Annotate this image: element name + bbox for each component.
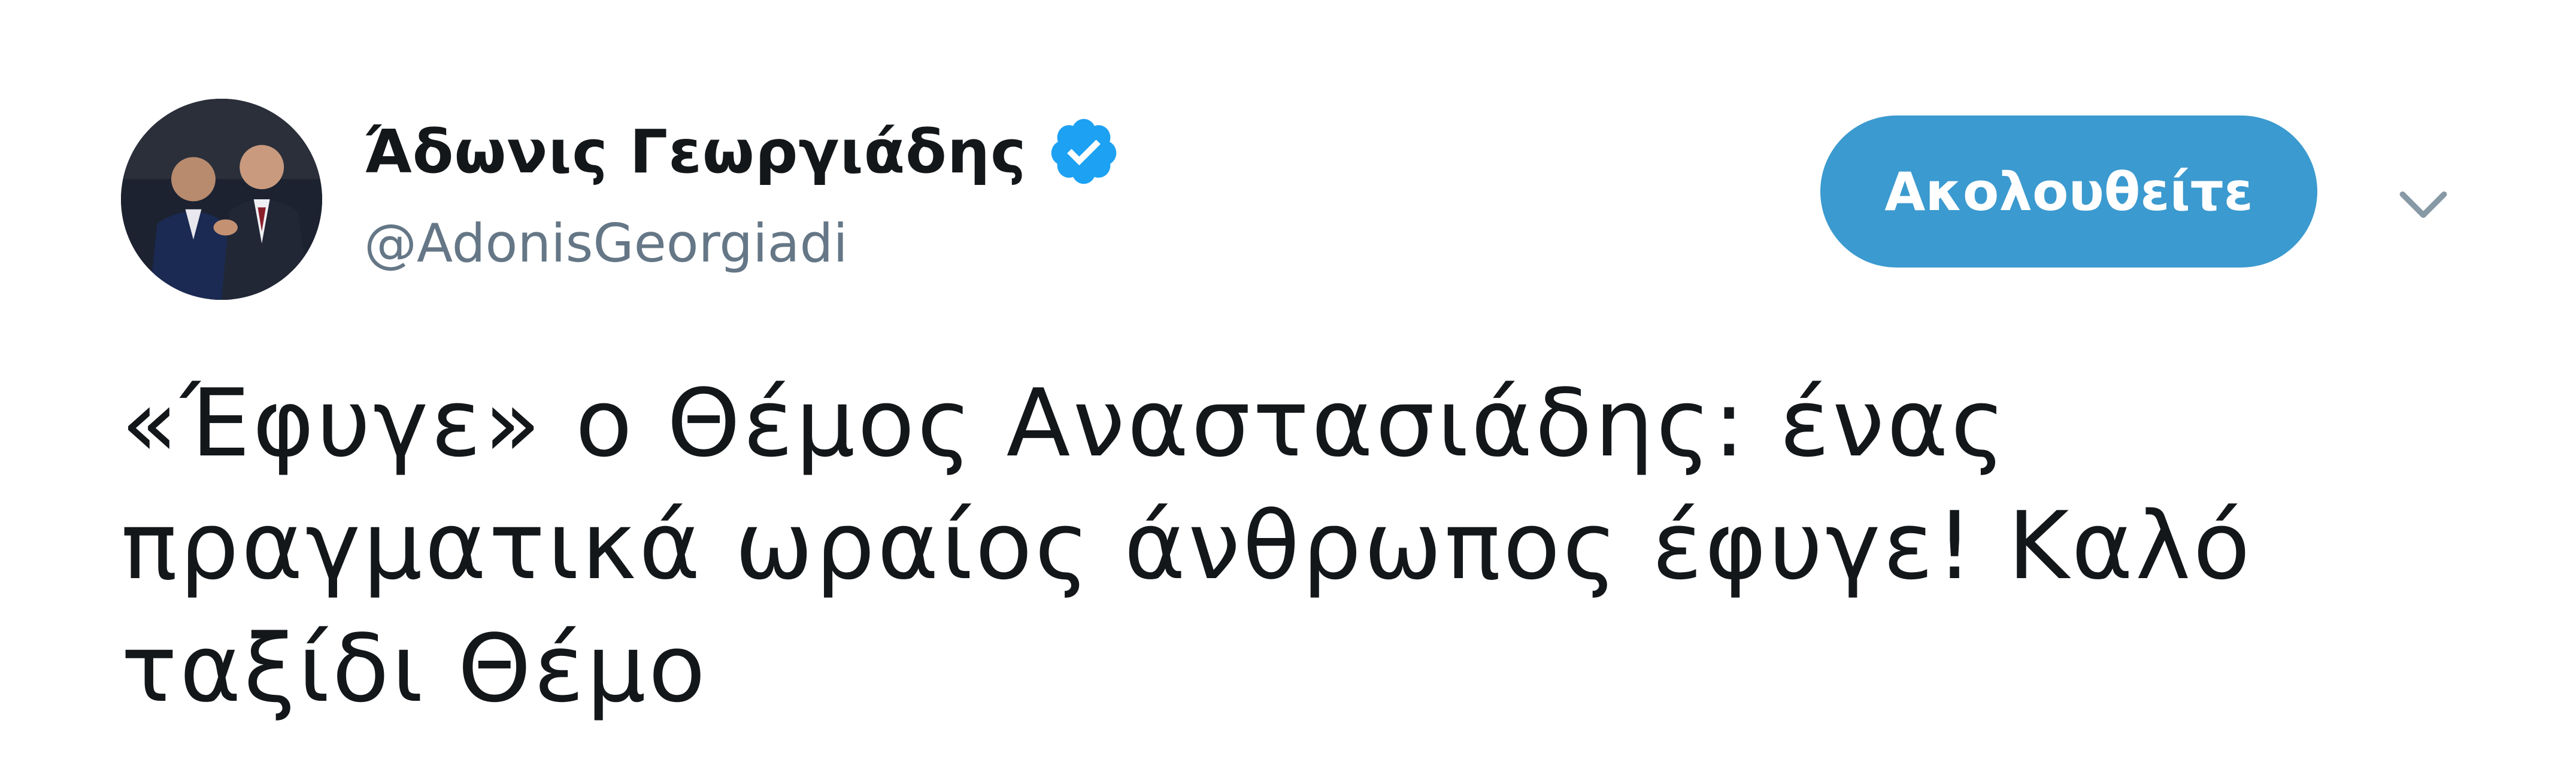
- follow-button[interactable]: Ακολουθείτε: [1820, 116, 2317, 268]
- tweet-text-line: «Έφυγε» ο Θέμος Αναστασιάδης: ένας: [121, 369, 2008, 478]
- verified-badge-icon: [1047, 114, 1121, 189]
- tweet-text: «Έφυγε» ο Θέμος Αναστασιάδης: ένας πραγμ…: [121, 362, 2504, 730]
- author-display-name[interactable]: Άδωνις Γεωργιάδης: [364, 117, 1026, 187]
- tweet-text-line: ταξίδι Θέμο: [121, 614, 708, 723]
- tweet-card: Άδωνις Γεωργιάδης @AdonisGeorgiadi Ακολο…: [0, 0, 2576, 778]
- author-handle[interactable]: @AdonisGeorgiadi: [364, 212, 848, 274]
- avatar-photo: [121, 99, 322, 300]
- profile-avatar[interactable]: [121, 99, 322, 300]
- author-name-row: Άδωνις Γεωργιάδης: [364, 113, 1121, 190]
- tweet-text-line: πραγματικά ωραίος άνθρωπος έφυγε! Καλό: [121, 491, 2253, 600]
- chevron-down-icon[interactable]: [2392, 174, 2454, 236]
